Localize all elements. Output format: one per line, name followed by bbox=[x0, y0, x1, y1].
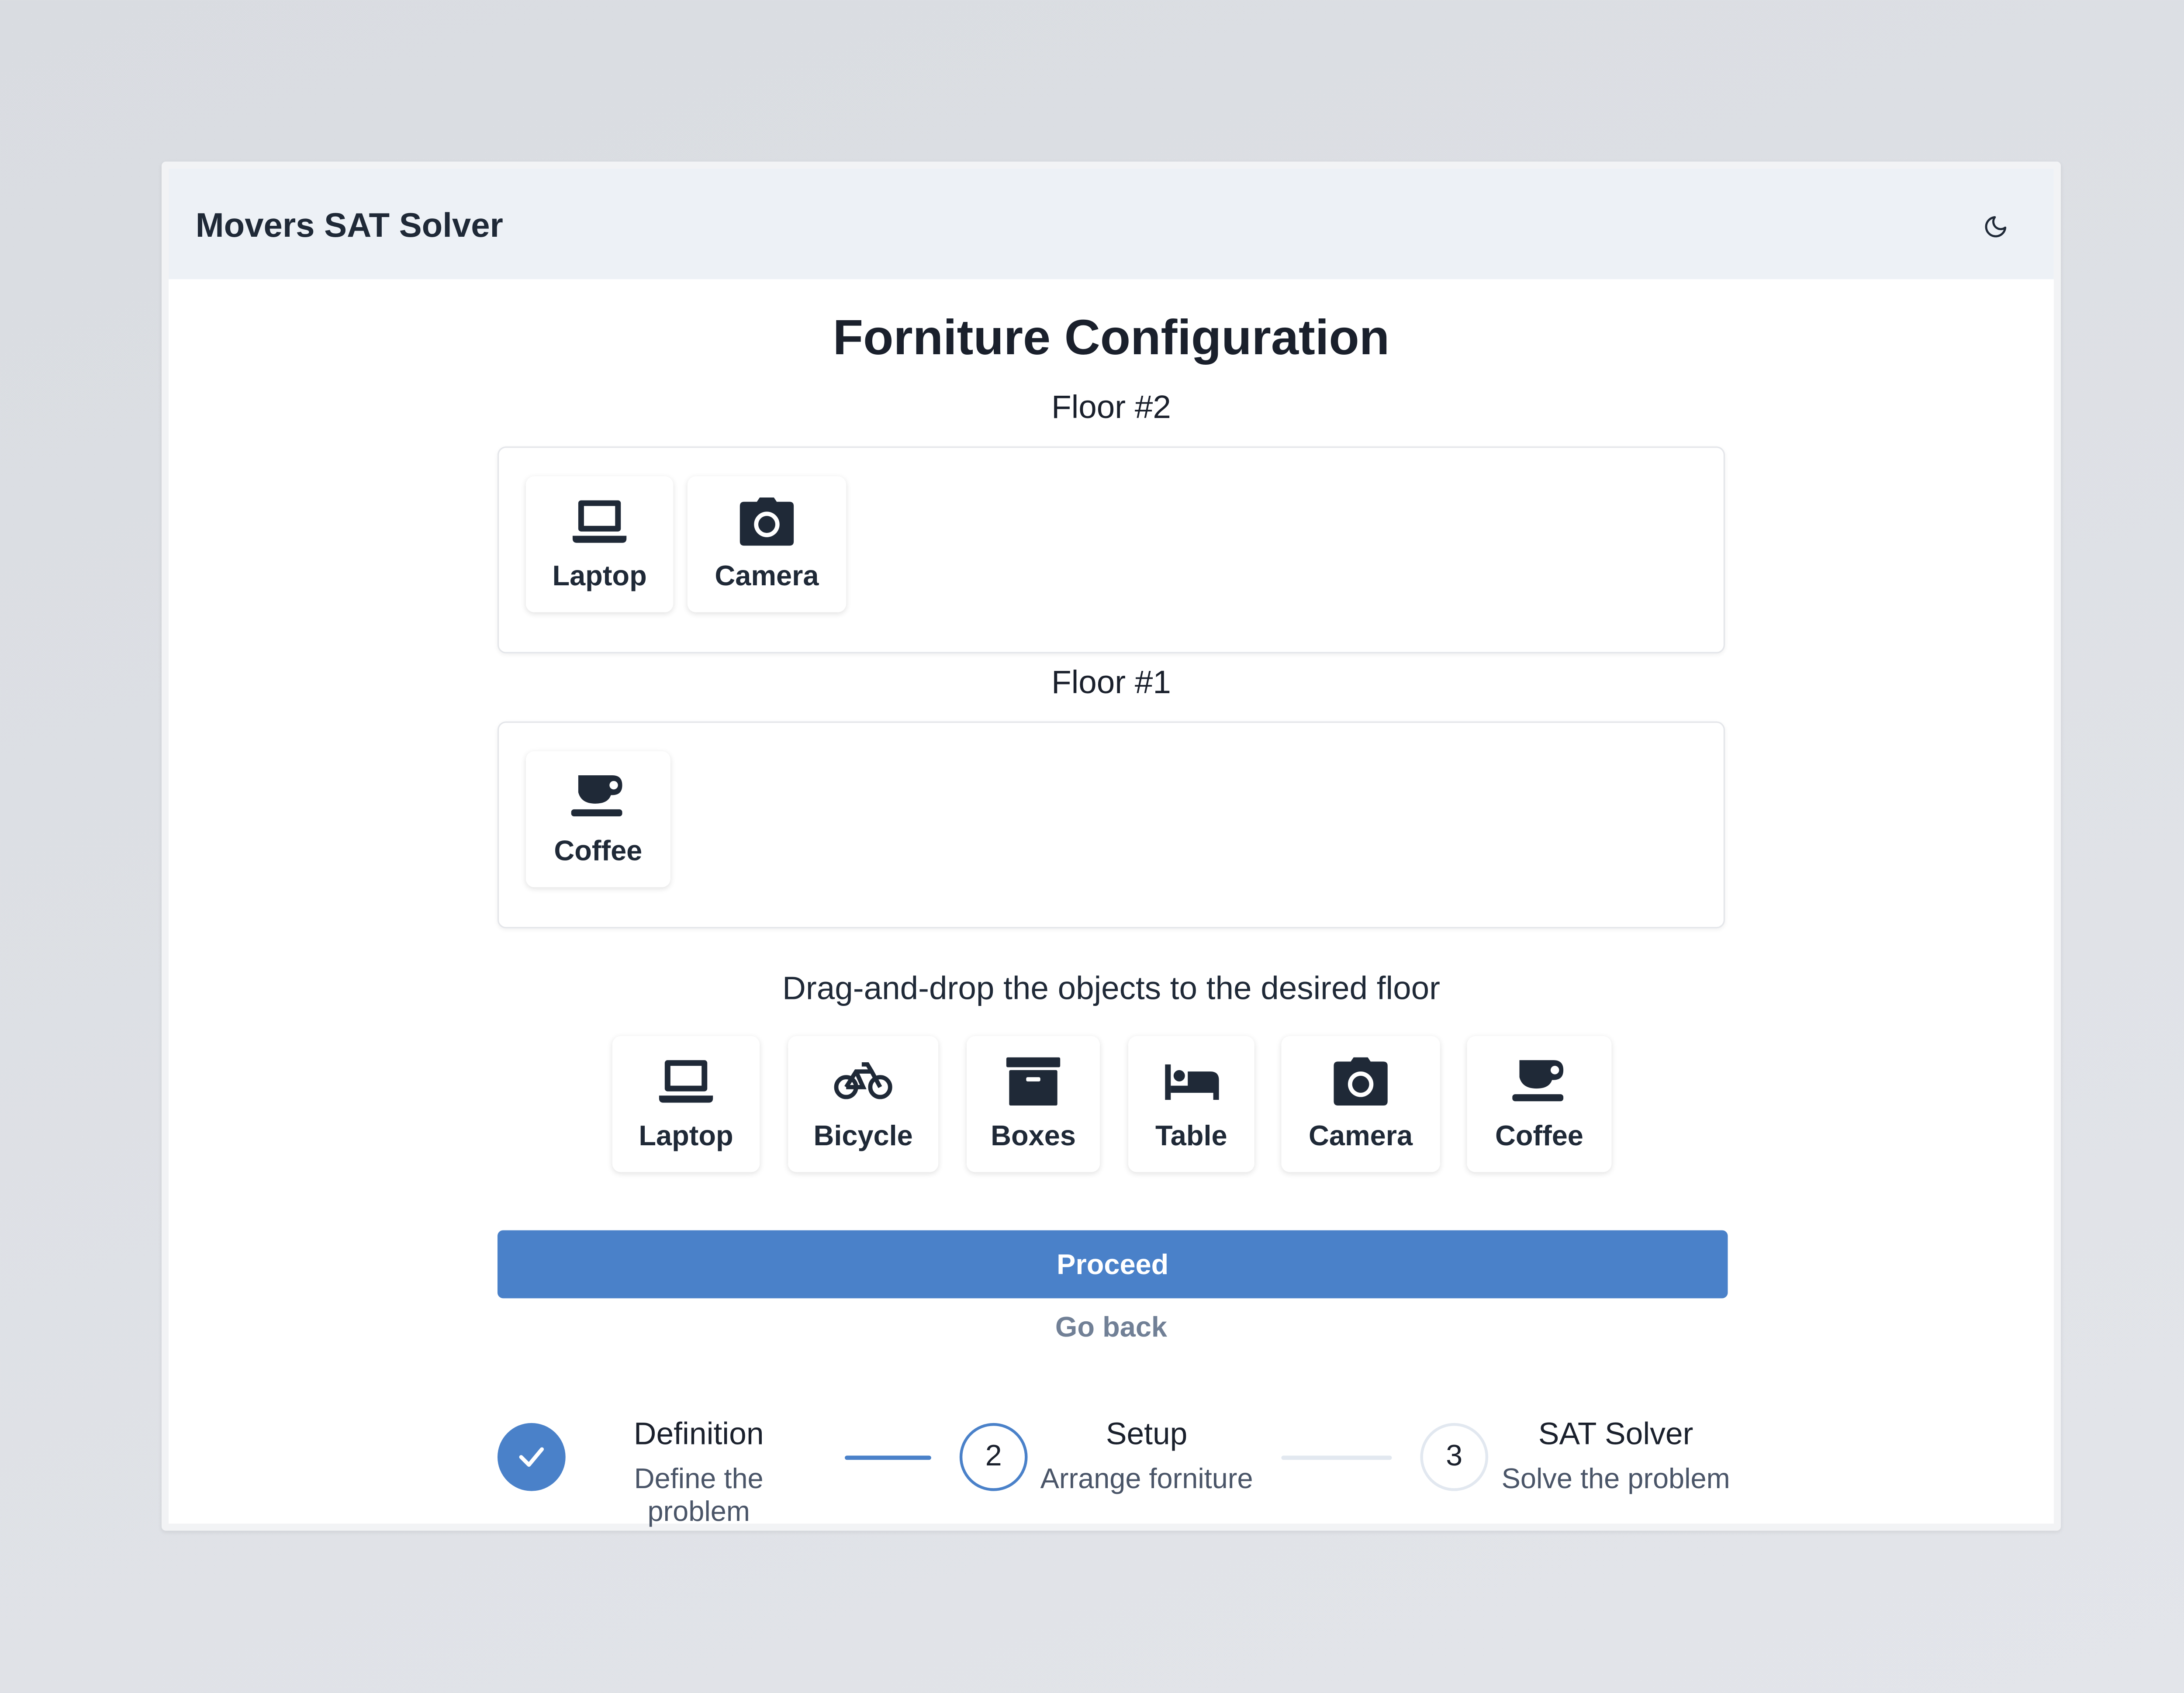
step-1-title: Definition bbox=[633, 1416, 764, 1451]
page-title: Forniture Configuration bbox=[833, 310, 1390, 366]
boxes-icon bbox=[1005, 1056, 1062, 1107]
floor-1-label: Floor #1 bbox=[1051, 663, 1171, 700]
step-3-title: SAT Solver bbox=[1538, 1416, 1693, 1451]
floor-item-coffee[interactable]: Coffee bbox=[525, 751, 670, 888]
item-label: Camera bbox=[1309, 1121, 1413, 1153]
step-2-description: Arrange forniture bbox=[1040, 1464, 1253, 1496]
palette-item-table[interactable]: Table bbox=[1128, 1036, 1254, 1172]
laptop-icon bbox=[571, 496, 628, 547]
palette-item-bicycle[interactable]: Bicycle bbox=[788, 1036, 939, 1172]
item-label: Laptop bbox=[639, 1121, 733, 1153]
bicycle-icon bbox=[833, 1056, 893, 1107]
step-3-description: Solve the problem bbox=[1501, 1464, 1730, 1496]
drag-hint: Drag-and-drop the objects to the desired… bbox=[782, 969, 1440, 1006]
step-2-title: Setup bbox=[1106, 1416, 1188, 1451]
step-3-circle: 3 bbox=[1420, 1423, 1489, 1491]
item-label: Camera bbox=[715, 561, 819, 593]
proceed-button[interactable]: Proceed bbox=[497, 1230, 1728, 1299]
check-icon bbox=[519, 1447, 544, 1467]
palette-item-camera[interactable]: Camera bbox=[1281, 1036, 1440, 1172]
step-1-circle bbox=[497, 1423, 566, 1491]
coffee-icon bbox=[1511, 1056, 1568, 1107]
coffee-icon bbox=[570, 771, 626, 822]
bed-icon bbox=[1163, 1056, 1220, 1107]
step-connector-1 bbox=[844, 1455, 931, 1460]
floor-1-dropzone[interactable]: Coffee bbox=[497, 721, 1725, 929]
floor-item-camera[interactable]: Camera bbox=[687, 476, 847, 612]
item-label: Coffee bbox=[1495, 1121, 1583, 1153]
app-header: Movers SAT Solver bbox=[169, 169, 2054, 280]
laptop-icon bbox=[658, 1056, 715, 1107]
step-connector-2 bbox=[1281, 1455, 1392, 1460]
floor-2-dropzone[interactable]: Laptop Camera bbox=[497, 446, 1725, 653]
item-label: Coffee bbox=[554, 836, 643, 867]
moon-icon bbox=[1985, 216, 2007, 238]
app-window: Movers SAT Solver Forniture Configuratio… bbox=[161, 161, 2061, 1531]
theme-toggle-button[interactable] bbox=[1980, 211, 2011, 242]
item-label: Boxes bbox=[991, 1121, 1076, 1153]
camera-icon bbox=[739, 496, 795, 547]
go-back-link[interactable]: Go back bbox=[169, 1313, 2054, 1345]
step-1-description: Define the problem bbox=[634, 1464, 764, 1528]
item-label: Laptop bbox=[552, 561, 647, 593]
camera-icon bbox=[1332, 1056, 1389, 1107]
floor-2-label: Floor #2 bbox=[1051, 388, 1171, 425]
palette-item-coffee[interactable]: Coffee bbox=[1467, 1036, 1612, 1172]
item-label: Table bbox=[1155, 1121, 1227, 1153]
step-2-circle: 2 bbox=[959, 1423, 1028, 1491]
floor-item-laptop[interactable]: Laptop bbox=[525, 476, 674, 612]
palette-item-laptop[interactable]: Laptop bbox=[612, 1036, 760, 1172]
palette-item-boxes[interactable]: Boxes bbox=[967, 1036, 1100, 1172]
app-title: Movers SAT Solver bbox=[195, 207, 503, 245]
item-label: Bicycle bbox=[813, 1121, 913, 1153]
